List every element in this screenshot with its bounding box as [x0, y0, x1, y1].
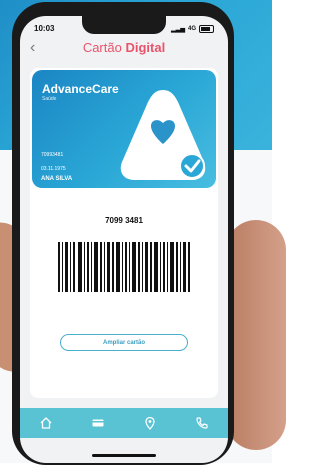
card-brand-sub: Saúde [42, 96, 57, 102]
network-label: 4G [187, 26, 196, 32]
page-title-prefix: Cartão [82, 40, 126, 55]
card-panel: AdvanceCare Saúde 70993481 03.11.1975 AN… [30, 68, 218, 398]
status-time: 10:03 [34, 24, 55, 33]
page-title: Cartão Digital [20, 40, 228, 55]
phone-screen: 10:03 ▂▃▅ 4G ‹ Cartão Digital AdvanceCar… [20, 16, 228, 463]
card-number: 70993481 [41, 152, 64, 158]
barcode [58, 242, 190, 292]
location-pin-icon[interactable] [142, 415, 158, 431]
phone-icon[interactable] [194, 415, 210, 431]
hand-right [226, 220, 286, 450]
home-indicator [92, 454, 156, 457]
app-header: ‹ Cartão Digital [20, 38, 228, 60]
status-indicators: ▂▃▅ 4G [171, 25, 214, 33]
enlarge-card-button[interactable]: Ampliar cartão [60, 334, 188, 351]
card-icon[interactable] [90, 415, 106, 431]
card-brand: AdvanceCare [42, 82, 119, 96]
signal-icon: ▂▃▅ [171, 26, 185, 33]
status-bar: 10:03 ▂▃▅ 4G [20, 16, 228, 38]
card-holder-name: ANA SILVA [41, 176, 73, 182]
home-icon[interactable] [38, 415, 54, 431]
barcode-number: 7099 3481 [105, 216, 143, 225]
insurance-card: AdvanceCare Saúde 70993481 03.11.1975 AN… [32, 70, 216, 188]
tab-bar [20, 408, 228, 438]
card-date: 03.11.1975 [41, 166, 66, 172]
battery-icon [199, 25, 214, 33]
page-title-bold: Digital [125, 40, 166, 55]
advancecare-logo-icon [120, 90, 206, 180]
